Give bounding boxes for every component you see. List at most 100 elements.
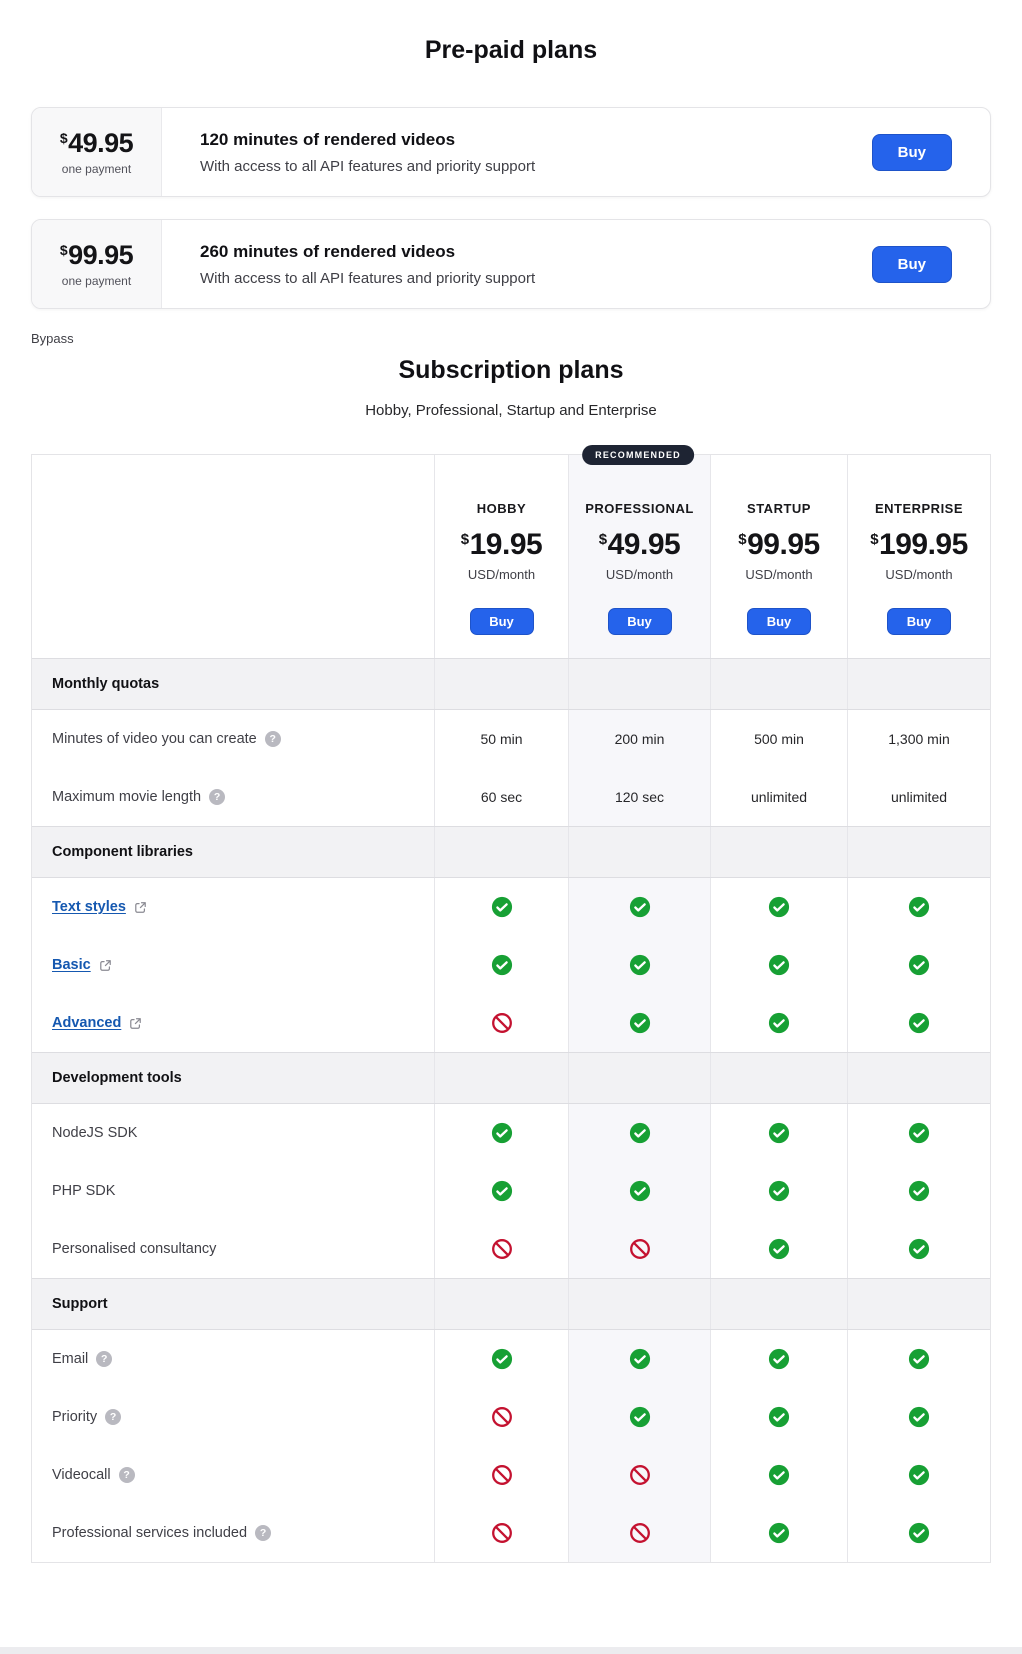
section-header-row: Component libraries	[32, 826, 990, 878]
feature-value-cell: 200 min	[568, 710, 710, 768]
prepaid-card: $99.95 one payment 260 minutes of render…	[31, 219, 991, 309]
prohibited-icon	[629, 1522, 651, 1544]
plan-name: ENTERPRISE	[874, 501, 964, 516]
external-link-icon	[134, 901, 147, 914]
check-icon	[768, 1012, 790, 1034]
feature-label-cell: Priority?	[32, 1388, 434, 1446]
external-link-icon	[99, 959, 112, 972]
check-icon	[491, 1348, 513, 1370]
plan-buy-button[interactable]: Buy	[607, 608, 672, 635]
feature-value-cell	[434, 1446, 568, 1504]
feature-value-cell: 120 sec	[568, 768, 710, 826]
feature-value-cell	[434, 994, 568, 1052]
check-icon	[768, 896, 790, 918]
feature-row: Personalised consultancy	[32, 1220, 990, 1278]
plan-buy-button[interactable]: Buy	[747, 608, 811, 635]
plan-buy-button[interactable]: Buy	[887, 608, 951, 635]
feature-label: Maximum movie length	[52, 789, 202, 805]
currency-symbol: $	[738, 531, 747, 548]
feature-value-cell	[434, 878, 568, 936]
check-icon	[908, 896, 930, 918]
prepaid-card-body: 120 minutes of rendered videos With acce…	[162, 108, 872, 196]
prepaid-cards: $49.95 one payment 120 minutes of render…	[31, 107, 991, 309]
check-icon	[768, 1238, 790, 1260]
plans-header-row: HOBBY $19.95 USD/month Buy PROFESSIONAL $49.9…	[32, 455, 990, 658]
help-icon[interactable]: ?	[209, 789, 226, 805]
check-icon	[629, 1348, 651, 1370]
feature-label: Minutes of video you can create	[52, 731, 257, 747]
section-spacer-cell	[568, 1053, 710, 1103]
help-icon[interactable]: ?	[118, 1467, 135, 1483]
check-icon	[908, 1464, 930, 1486]
feature-value-cell	[568, 1330, 710, 1388]
feature-value-cell	[568, 1504, 710, 1562]
feature-value-cell: 500 min	[710, 710, 847, 768]
plan-buy-button[interactable]: Buy	[469, 608, 534, 635]
prepaid-payment-term: one payment	[61, 274, 132, 288]
feature-value-cell	[710, 1388, 847, 1446]
feature-value-cell	[568, 994, 710, 1052]
feature-value-cell	[847, 1220, 990, 1278]
check-icon	[629, 1122, 651, 1144]
feature-row: NodeJS SDK	[32, 1104, 990, 1162]
feature-value-cell	[847, 1446, 990, 1504]
plan-billing-period: USD/month	[605, 567, 674, 582]
feature-row: Professional services included?	[32, 1504, 990, 1562]
help-icon[interactable]: ?	[255, 1525, 272, 1541]
price-amount: 99.95	[68, 240, 134, 270]
check-icon	[908, 1122, 930, 1144]
check-icon	[768, 954, 790, 976]
check-icon	[629, 954, 651, 976]
feature-label-cell: Minutes of video you can create?	[32, 710, 434, 768]
feature-row: Videocall?	[32, 1446, 990, 1504]
help-icon[interactable]: ?	[264, 731, 281, 747]
section-spacer-cell	[710, 1279, 847, 1329]
feature-value-cell	[710, 1104, 847, 1162]
feature-link[interactable]: Advanced	[52, 1015, 121, 1031]
currency-symbol: $	[598, 531, 607, 548]
feature-value-cell	[847, 1330, 990, 1388]
section-spacer-cell	[434, 1053, 568, 1103]
feature-value: 1,300 min	[888, 731, 950, 747]
section-spacer-cell	[434, 659, 568, 709]
prepaid-price-box: $99.95 one payment	[32, 220, 162, 308]
feature-value-cell	[710, 1220, 847, 1278]
currency-symbol: $	[870, 531, 879, 548]
feature-row: Maximum movie length? 60 sec 120 sec unlimi…	[32, 768, 990, 826]
prepaid-card-body: 260 minutes of rendered videos With acce…	[162, 220, 872, 308]
feature-row: Priority?	[32, 1388, 990, 1446]
feature-row: Basic	[32, 936, 990, 994]
feature-label: Personalised consultancy	[52, 1241, 217, 1257]
prepaid-section: Pre-paid plans $49.95 one payment 120 mi…	[31, 36, 991, 346]
prepaid-buy-button[interactable]: Buy	[871, 245, 952, 283]
section-label: Monthly quotas	[52, 676, 160, 692]
feature-value-cell	[710, 1330, 847, 1388]
plan-name: HOBBY	[476, 501, 527, 516]
feature-row: PHP SDK	[32, 1162, 990, 1220]
help-icon[interactable]: ?	[105, 1409, 122, 1425]
prepaid-price: $99.95	[60, 240, 134, 271]
feature-value-cell	[568, 878, 710, 936]
check-icon	[768, 1348, 790, 1370]
section-label-cell: Monthly quotas	[32, 659, 434, 709]
help-icon[interactable]: ?	[96, 1351, 113, 1367]
plan-billing-period: USD/month	[745, 567, 813, 582]
feature-value-cell	[568, 1104, 710, 1162]
section-header-row: Monthly quotas	[32, 658, 990, 710]
plan-price: $99.95	[738, 528, 820, 561]
feature-label: Professional services included	[52, 1525, 248, 1541]
feature-value-cell	[434, 1388, 568, 1446]
prepaid-buy-button[interactable]: Buy	[871, 133, 952, 171]
feature-value-cell	[568, 1220, 710, 1278]
feature-value-cell: 1,300 min	[847, 710, 990, 768]
plan-name: PROFESSIONAL	[585, 501, 694, 516]
check-icon	[908, 954, 930, 976]
feature-label-cell: Personalised consultancy	[32, 1220, 434, 1278]
feature-value-cell	[847, 936, 990, 994]
feature-value-cell	[434, 1104, 568, 1162]
feature-value-cell	[710, 1162, 847, 1220]
feature-link[interactable]: Text styles	[52, 899, 126, 915]
prohibited-icon	[491, 1464, 513, 1486]
feature-link[interactable]: Basic	[52, 957, 91, 973]
check-icon	[491, 1122, 513, 1144]
